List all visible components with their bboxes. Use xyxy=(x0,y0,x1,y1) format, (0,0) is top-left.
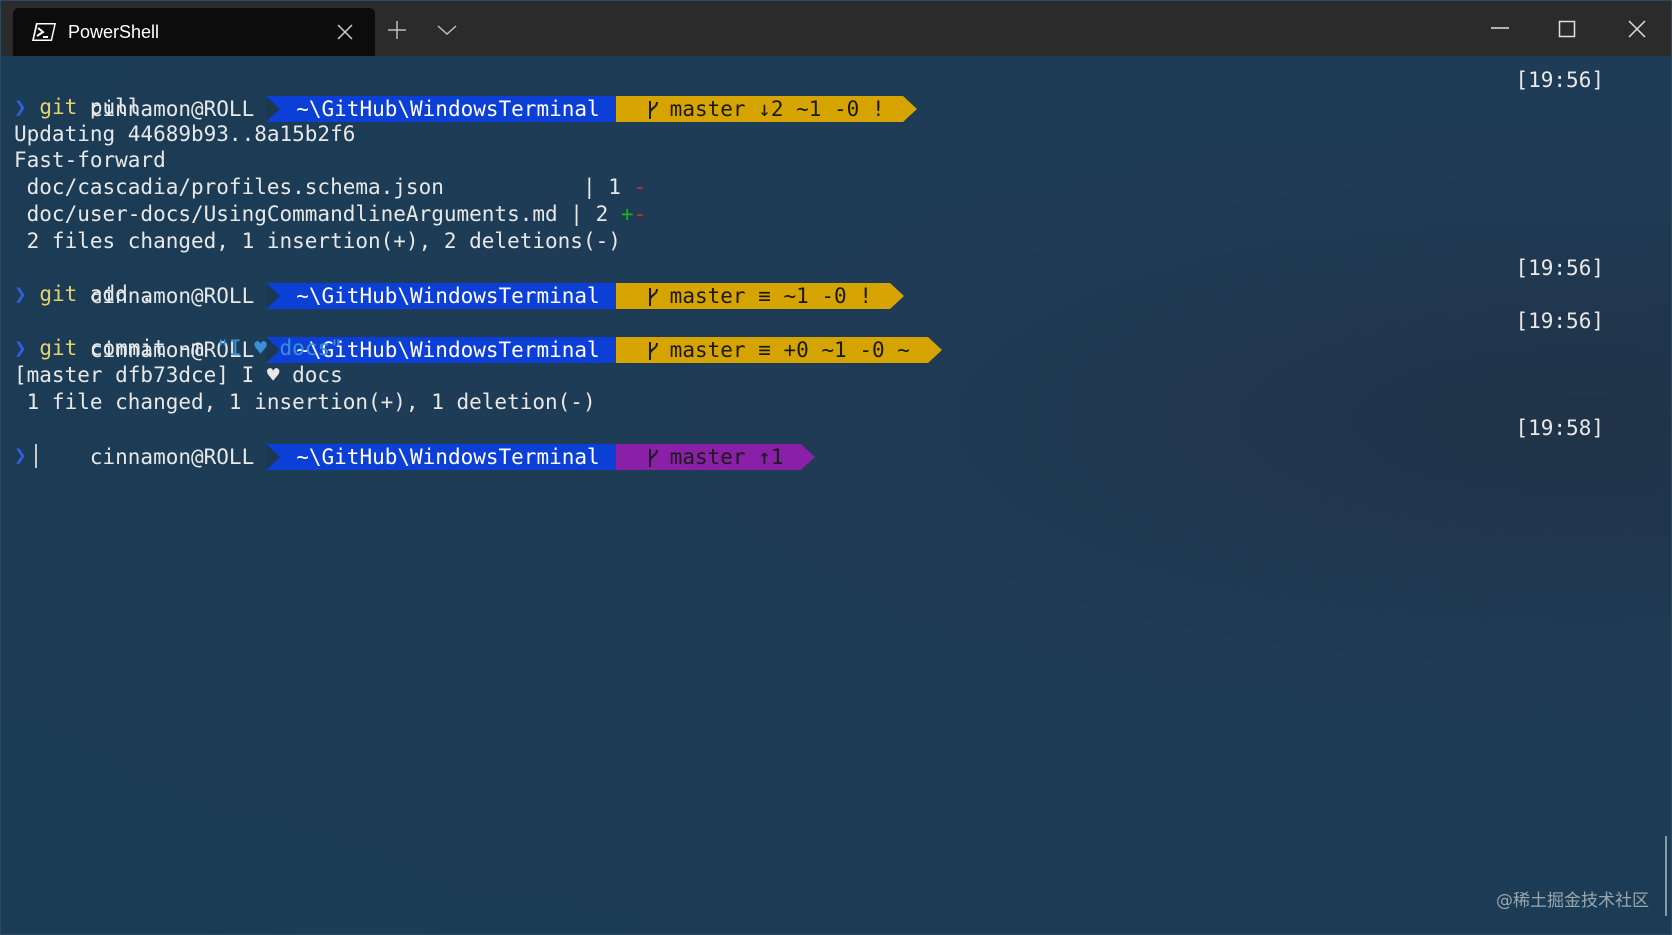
title-bar: PowerShell xyxy=(1,1,1671,56)
output-line: doc/user-docs/UsingCommandlineArguments.… xyxy=(14,202,647,226)
prompt-path: ~\GitHub\WindowsTerminal xyxy=(266,283,630,310)
git-branch-icon xyxy=(648,100,658,119)
output-line: 2 files changed, 1 insertion(+), 2 delet… xyxy=(14,228,621,253)
terminal-window: PowerShell cinnamon@ROLL ~\GitHub\Windows… xyxy=(0,0,1672,935)
prompt-chevron-icon: ❯ xyxy=(14,336,27,360)
prompt-time: [19:56] xyxy=(1515,309,1604,334)
tab-title: PowerShell xyxy=(68,22,160,42)
chevron-down-icon[interactable] xyxy=(436,21,458,39)
output-line: Fast-forward xyxy=(14,148,166,173)
prompt-git-status: master ↓2 ~1 -0 ! xyxy=(615,95,917,122)
prompt-line: cinnamon@ROLL ~\GitHub\WindowsTerminal mas… xyxy=(14,254,1604,310)
output-line: doc/cascadia/profiles.schema.json | 1 - xyxy=(14,175,647,200)
prompt-line: cinnamon@ROLL ~\GitHub\WindowsTerminal mas… xyxy=(14,307,1604,363)
command-line: ❯ git commit -m "I ♥ docs" xyxy=(14,336,343,360)
powershell-icon xyxy=(32,23,56,41)
new-tab-icon[interactable] xyxy=(386,19,408,41)
prompt-time: [19:56] xyxy=(1515,68,1604,92)
prompt-line: cinnamon@ROLL ~\GitHub\WindowsTerminal mas… xyxy=(14,66,1604,122)
command-line: ❯ git pull xyxy=(14,94,141,119)
prompt-git-status: master ≡ +0 ~1 -0 ~ xyxy=(615,336,942,363)
maximize-icon[interactable] xyxy=(1557,19,1577,39)
prompt-path: ~\GitHub\WindowsTerminal xyxy=(266,443,630,470)
prompt-chevron-icon: ❯ xyxy=(14,94,27,119)
prompt-time: [19:56] xyxy=(1515,255,1604,280)
git-branch-icon xyxy=(648,341,658,360)
output-line: [master dfb73dce] I ♥ docs xyxy=(14,362,343,387)
prompt-path: ~\GitHub\WindowsTerminal xyxy=(266,95,630,122)
prompt-time: [19:58] xyxy=(1515,416,1604,441)
scrollbar[interactable] xyxy=(1665,836,1667,916)
close-icon[interactable] xyxy=(335,22,355,42)
window-close-icon[interactable] xyxy=(1626,18,1648,40)
output-line: 1 file changed, 1 insertion(+), 1 deleti… xyxy=(14,389,596,414)
prompt-chevron-icon: ❯ xyxy=(14,282,27,307)
prompt-line: cinnamon@ROLL ~\GitHub\WindowsTerminal mas… xyxy=(14,414,1604,470)
watermark: @稀土掘金技术社区 xyxy=(1496,891,1649,911)
prompt-user: cinnamon@ROLL xyxy=(89,444,255,469)
git-branch-icon xyxy=(648,448,658,467)
text-cursor xyxy=(34,444,37,469)
terminal-content[interactable]: cinnamon@ROLL ~\GitHub\WindowsTerminal mas… xyxy=(14,66,1671,934)
prompt-chevron-icon: ❯ xyxy=(14,443,27,468)
output-line: Updating 44689b93..8a15b2f6 xyxy=(14,121,356,146)
prompt-git-status: master ≡ ~1 -0 ! xyxy=(615,283,904,310)
minimize-icon[interactable] xyxy=(1489,21,1511,35)
input-line[interactable]: ❯ xyxy=(14,441,37,470)
command-line: ❯ git add . xyxy=(14,282,154,307)
git-branch-icon xyxy=(648,288,658,307)
tab-powershell[interactable]: PowerShell xyxy=(13,8,375,56)
prompt-git-status: master ↑1 xyxy=(615,443,816,470)
